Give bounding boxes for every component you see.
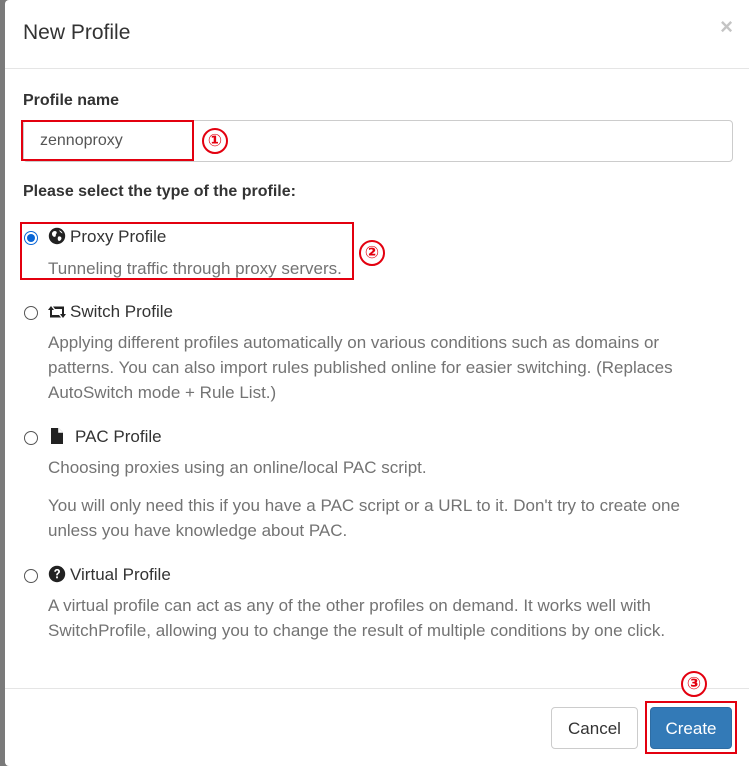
radio-proxy-profile[interactable] — [24, 231, 38, 245]
annotation-marker-1: ① — [202, 128, 228, 154]
retweet-icon — [48, 306, 66, 318]
profile-name-label: Profile name — [23, 92, 120, 109]
new-profile-dialog: New Profile × Profile name ① Please sele… — [5, 0, 749, 766]
cancel-button[interactable]: Cancel — [551, 707, 638, 749]
virtual-profile-description: A virtual profile can act as any of the … — [48, 596, 666, 640]
file-icon — [51, 428, 63, 444]
question-sign-icon — [48, 565, 66, 583]
switch-profile-title[interactable]: Switch Profile — [70, 301, 173, 323]
profile-name-input[interactable] — [23, 120, 733, 162]
radio-virtual-profile[interactable] — [24, 569, 38, 583]
pac-profile-description-1: Choosing proxies using an online/local P… — [48, 458, 427, 477]
switch-profile-description: Applying different profiles automaticall… — [48, 333, 673, 402]
profile-type-label: Please select the type of the profile: — [23, 183, 296, 200]
pac-profile-description-2: You will only need this if you have a PA… — [48, 496, 680, 540]
dialog-header: New Profile × — [5, 0, 749, 69]
close-icon[interactable]: × — [720, 16, 733, 38]
dialog-title: New Profile — [23, 21, 131, 44]
radio-pac-profile[interactable] — [24, 431, 38, 445]
virtual-profile-title[interactable]: Virtual Profile — [70, 564, 171, 586]
annotation-marker-3: ③ — [681, 671, 707, 697]
pac-profile-title[interactable]: PAC Profile — [75, 426, 162, 448]
globe-icon — [48, 227, 66, 245]
annotation-marker-2: ② — [359, 240, 385, 266]
proxy-profile-title[interactable]: Proxy Profile — [70, 226, 166, 248]
radio-switch-profile[interactable] — [24, 306, 38, 320]
create-button[interactable]: Create — [650, 707, 732, 749]
